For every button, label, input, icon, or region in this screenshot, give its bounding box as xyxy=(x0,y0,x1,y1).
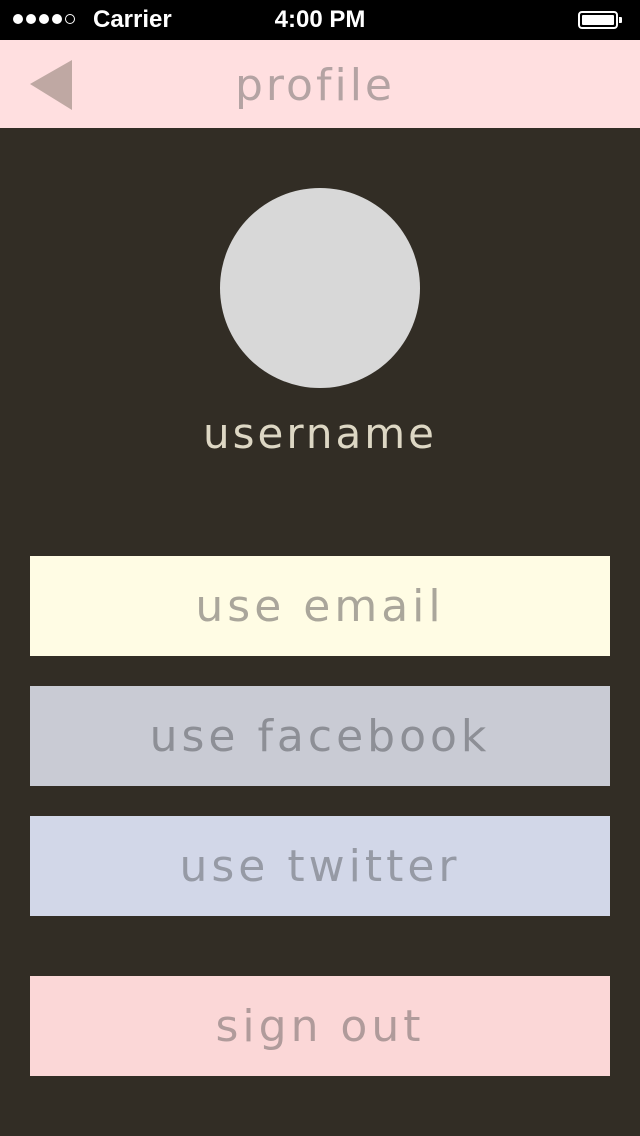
navigation-bar: profile xyxy=(0,40,640,128)
use-email-button[interactable]: use email xyxy=(30,556,610,656)
status-bar: Carrier 4:00 PM xyxy=(0,0,640,40)
use-twitter-button[interactable]: use twitter xyxy=(30,816,610,916)
page-title: profile xyxy=(235,60,395,111)
sign-out-button[interactable]: sign out xyxy=(30,976,610,1076)
avatar[interactable] xyxy=(220,188,420,388)
status-time: 4:00 PM xyxy=(274,6,366,33)
use-facebook-button[interactable]: use facebook xyxy=(30,686,610,786)
username-label: username xyxy=(203,409,437,458)
battery-icon xyxy=(578,11,622,29)
